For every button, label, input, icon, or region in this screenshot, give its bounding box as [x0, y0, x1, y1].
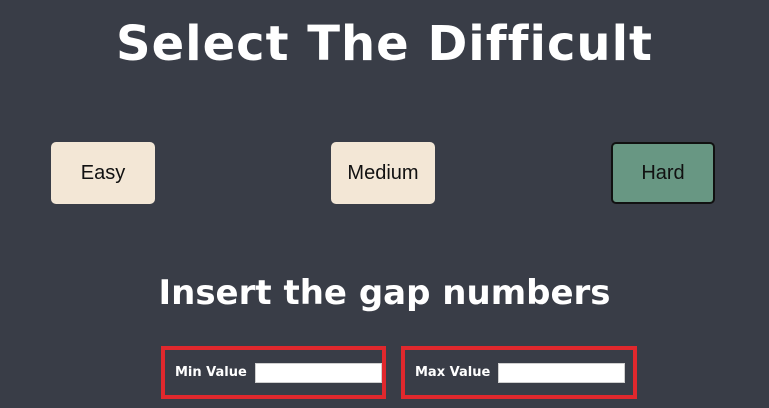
max-value-label: Max Value — [415, 365, 491, 380]
min-value-label: Min Value — [175, 365, 247, 380]
max-value-group: Max Value — [401, 346, 637, 399]
min-value-input[interactable] — [254, 362, 382, 383]
max-value-input[interactable] — [498, 362, 626, 383]
medium-button[interactable]: Medium — [331, 142, 435, 204]
min-value-group: Min Value — [161, 346, 386, 399]
hard-button[interactable]: Hard — [611, 142, 715, 204]
range-heading: Insert the gap numbers — [158, 273, 611, 313]
easy-button[interactable]: Easy — [51, 142, 155, 204]
page-title: Select The Difficult — [116, 16, 653, 72]
